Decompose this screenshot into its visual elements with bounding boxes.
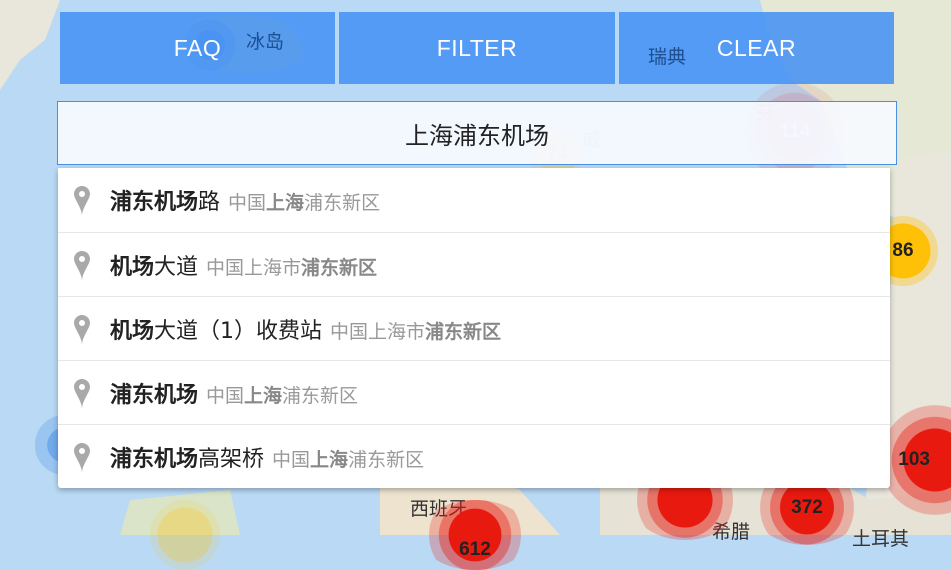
suggestion-secondary: 中国上海浦东新区 — [206, 384, 359, 407]
location-pin-icon — [74, 251, 90, 281]
filter-button[interactable]: FILTER — [339, 12, 615, 84]
suggestion-secondary: 中国上海市浦东新区 — [330, 320, 502, 343]
suggestion-text: 机场大道 中国上海市浦东新区 — [110, 254, 378, 280]
suggestion-item[interactable]: 浦东机场 中国上海浦东新区 — [58, 360, 890, 424]
location-pin-icon — [74, 315, 90, 345]
map-label-sweden-overlay: 瑞典 — [648, 46, 687, 68]
autocomplete-list: 浦东机场路 中国上海浦东新区 机场大道 中国上海市浦东新区 机场大道（1）收费站 中国… — [58, 168, 890, 488]
map-label-iceland-overlay: 冰岛 — [246, 31, 285, 53]
suggestion-text: 浦东机场路 中国上海浦东新区 — [110, 190, 381, 215]
suggestion-item[interactable]: 浦东机场路 中国上海浦东新区 — [58, 168, 890, 232]
suggestion-secondary: 中国上海浦东新区 — [272, 448, 425, 471]
map-cluster[interactable]: 612 — [420, 500, 530, 570]
location-pin-icon — [74, 186, 90, 216]
search-box[interactable] — [57, 101, 897, 165]
suggestion-text: 浦东机场高架桥 中国上海浦东新区 — [110, 446, 425, 472]
suggestion-secondary: 中国上海浦东新区 — [228, 192, 381, 214]
suggestion-text: 浦东机场 中国上海浦东新区 — [110, 382, 359, 408]
map-label-turkey: 土耳其 — [852, 528, 910, 550]
location-pin-icon — [74, 443, 90, 473]
search-input[interactable] — [58, 102, 896, 164]
suggestion-secondary: 中国上海市浦东新区 — [206, 256, 378, 279]
faq-button[interactable]: FAQ — [60, 12, 335, 84]
map-cluster[interactable] — [150, 500, 220, 570]
suggestion-item[interactable]: 浦东机场高架桥 中国上海浦东新区 — [58, 424, 890, 488]
location-pin-icon — [74, 379, 90, 409]
suggestion-item[interactable]: 机场大道 中国上海市浦东新区 — [58, 232, 890, 296]
suggestion-item[interactable]: 机场大道（1）收费站 中国上海市浦东新区 — [58, 296, 890, 360]
suggestion-text: 机场大道（1）收费站 中国上海市浦东新区 — [110, 318, 502, 344]
